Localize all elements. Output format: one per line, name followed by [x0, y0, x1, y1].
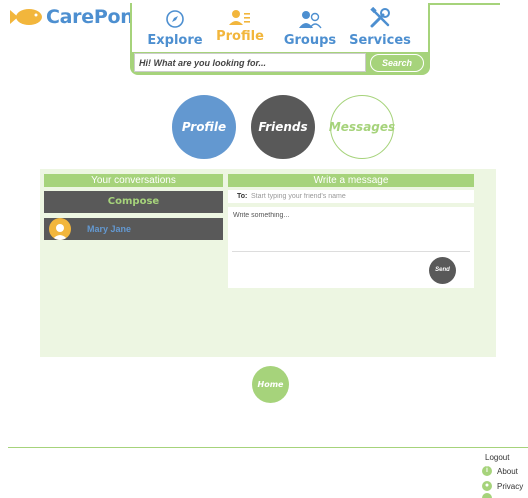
footer-divider	[8, 447, 528, 448]
avatar	[49, 218, 71, 240]
nav-groups-label: Groups	[283, 33, 337, 48]
nav-profile-label: Profile	[216, 29, 264, 44]
search-input[interactable]	[134, 53, 366, 72]
nav-explore-label: Explore	[147, 33, 203, 48]
search-button[interactable]: Search	[370, 54, 424, 72]
privacy-label: Privacy	[497, 481, 524, 491]
send-button[interactable]: Send	[429, 257, 456, 284]
to-field-row: To:	[228, 190, 474, 203]
friends-section-button[interactable]: Friends	[251, 95, 315, 159]
profile-icon	[229, 10, 250, 25]
about-link[interactable]: i About	[482, 466, 518, 476]
nav-services-label: Services	[349, 33, 411, 48]
groups-icon	[299, 11, 322, 29]
home-button[interactable]: Home	[252, 366, 289, 403]
nav-explore[interactable]: Explore	[140, 5, 210, 48]
more-icon	[482, 493, 492, 498]
compose-button[interactable]: Compose	[44, 191, 223, 213]
fish-logo-icon	[10, 9, 42, 25]
recipient-input[interactable]	[251, 190, 466, 203]
footer-more-link[interactable]	[482, 493, 497, 498]
carepond-logo[interactable]: CarePond	[8, 5, 147, 29]
user-avatar-icon	[52, 224, 68, 240]
conversation-item[interactable]: Mary Jane	[44, 218, 223, 240]
profile-section-button[interactable]: Profile	[172, 95, 236, 159]
tools-icon	[370, 7, 390, 28]
logout-link[interactable]: Logout	[485, 453, 509, 462]
conversations-heading: Your conversations	[44, 174, 223, 187]
privacy-link[interactable]: ● Privacy	[482, 481, 523, 491]
compass-icon	[166, 10, 184, 28]
write-message-heading: Write a message	[228, 174, 474, 187]
lock-icon: ●	[482, 481, 492, 491]
messages-section-button[interactable]: Messages	[329, 95, 395, 159]
about-label: About	[497, 466, 518, 476]
nav-groups[interactable]: Groups	[275, 5, 345, 48]
nav-profile[interactable]: Profile	[205, 5, 275, 44]
composer-divider	[232, 251, 470, 252]
conversation-name: Mary Jane	[87, 224, 132, 234]
nav-services[interactable]: Services	[345, 5, 415, 48]
to-label: To:	[237, 193, 248, 200]
message-body-input[interactable]	[233, 212, 469, 250]
info-icon: i	[482, 466, 492, 476]
